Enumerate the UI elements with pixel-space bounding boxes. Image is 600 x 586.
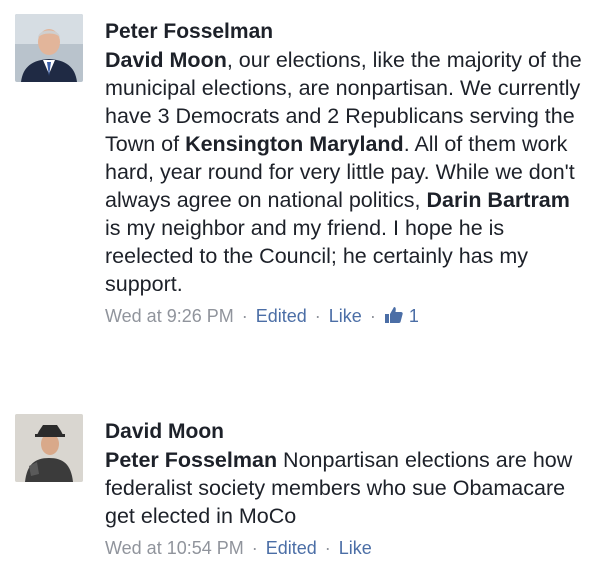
like-link[interactable]: Like (339, 538, 372, 558)
comment-text: David Moon, our elections, like the majo… (105, 46, 586, 298)
mention-link[interactable]: Darin Bartram (427, 188, 570, 212)
separator-dot: · (324, 538, 331, 558)
mention-link[interactable]: Peter Fosselman (105, 448, 277, 472)
edited-link[interactable]: Edited (256, 306, 307, 326)
comment-text: Peter Fosselman Nonpartisan elections ar… (105, 446, 586, 530)
comment-timestamp[interactable]: Wed at 9:26 PM (105, 306, 234, 326)
avatar[interactable] (15, 414, 83, 482)
comment-actions: Wed at 9:26 PM · Edited · Like · 1 (105, 302, 586, 332)
comment-body: David Moon Peter Fosselman Nonpartisan e… (105, 419, 586, 562)
separator-dot: · (369, 306, 376, 326)
mention-link[interactable]: Kensington Maryland (185, 132, 404, 156)
separator-dot: · (251, 538, 258, 558)
comment-actions: Wed at 10:54 PM · Edited · Like (105, 534, 586, 562)
comment-text-segment: is my neighbor and my friend. I hope he … (105, 216, 529, 296)
comment-timestamp[interactable]: Wed at 10:54 PM (105, 538, 244, 558)
thumbs-up-icon[interactable] (384, 304, 404, 332)
comment-author[interactable]: David Moon (105, 419, 586, 444)
comment-body: Peter Fosselman David Moon, our election… (105, 19, 586, 332)
separator-dot: · (314, 306, 321, 326)
comment-author[interactable]: Peter Fosselman (105, 19, 586, 44)
mention-link[interactable]: David Moon (105, 48, 227, 72)
edited-link[interactable]: Edited (266, 538, 317, 558)
like-count[interactable]: 1 (409, 306, 419, 326)
separator-dot: · (241, 306, 248, 326)
user-avatar-photo (15, 14, 83, 82)
user-avatar-photo (15, 414, 83, 482)
like-link[interactable]: Like (329, 306, 362, 326)
avatar[interactable] (15, 14, 83, 82)
